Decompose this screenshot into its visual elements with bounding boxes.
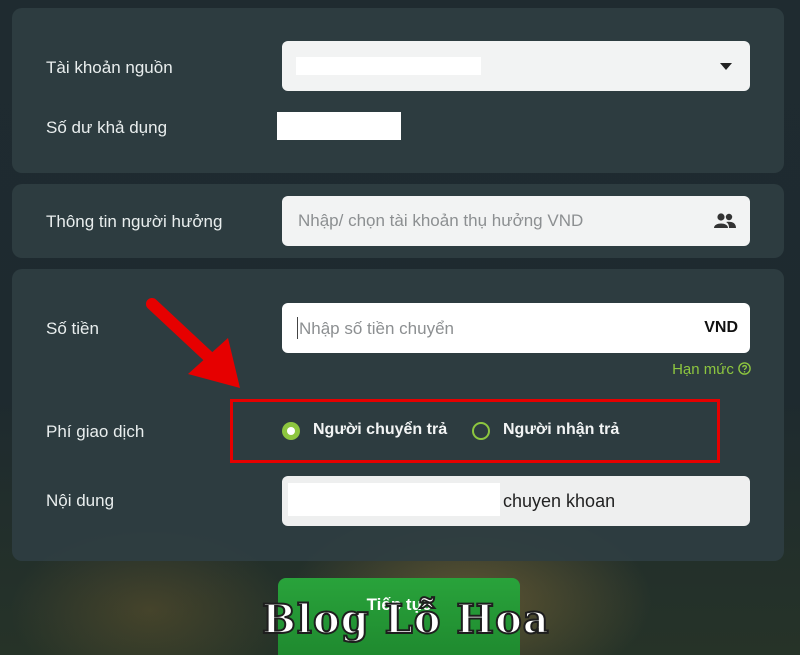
watermark-text: Blog Lỗ Hoa — [261, 595, 550, 644]
redacted-balance-value — [277, 112, 401, 140]
content-value: chuyen khoan — [503, 491, 616, 511]
fee-label: Phí giao dịch — [46, 422, 145, 441]
beneficiary-placeholder: Nhập/ chọn tài khoản thụ hưởng VND — [298, 211, 584, 230]
beneficiary-label: Thông tin người hưởng — [46, 212, 223, 231]
beneficiary-input[interactable]: Nhập/ chọn tài khoản thụ hưởng VND — [282, 196, 750, 246]
redacted-content-prefix — [288, 483, 500, 516]
annotation-highlight-box — [230, 399, 720, 463]
source-account-panel: Tài khoản nguồn Số dư khả dụng — [12, 8, 784, 173]
available-balance-label: Số dư khả dụng — [46, 118, 168, 137]
annotation-arrow-icon — [146, 298, 240, 388]
text-cursor — [297, 317, 298, 339]
limit-link-label: Hạn mức — [672, 361, 734, 378]
content-label: Nội dung — [46, 491, 115, 510]
amount-placeholder: Nhập số tiền chuyển — [299, 319, 454, 338]
beneficiary-panel: Thông tin người hưởng Nhập/ chọn tài kho… — [12, 184, 784, 258]
source-account-label: Tài khoản nguồn — [46, 58, 173, 77]
chevron-down-icon — [720, 63, 732, 70]
amount-label: Số tiền — [46, 319, 99, 338]
source-account-select[interactable] — [282, 41, 750, 91]
currency-label: VND — [704, 319, 738, 336]
help-icon — [738, 362, 751, 375]
contacts-icon[interactable] — [714, 213, 736, 229]
amount-input[interactable]: Nhập số tiền chuyển VND — [282, 303, 750, 353]
content-input[interactable]: chuyen khoan — [282, 476, 750, 526]
limit-link[interactable]: Hạn mức — [672, 361, 751, 378]
redacted-account-number — [296, 57, 481, 75]
